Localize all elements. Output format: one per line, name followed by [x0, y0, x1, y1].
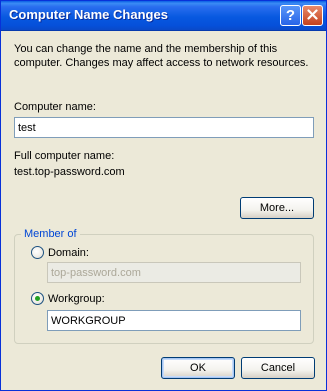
domain-radio[interactable]: [31, 246, 44, 259]
computer-name-input[interactable]: test: [14, 117, 314, 138]
workgroup-radio[interactable]: [31, 292, 44, 305]
workgroup-label[interactable]: Workgroup:: [48, 292, 105, 306]
cancel-button[interactable]: Cancel: [241, 357, 315, 379]
dialog-title: Computer Name Changes: [9, 7, 168, 22]
close-button[interactable]: [302, 5, 323, 26]
member-of-legend: Member of: [21, 227, 80, 241]
computer-name-label: Computer name:: [14, 101, 96, 113]
full-computer-name-label: Full computer name:: [14, 150, 115, 162]
close-icon: [307, 9, 318, 20]
help-icon: ?: [285, 7, 296, 24]
workgroup-input[interactable]: WORKGROUP: [47, 310, 301, 331]
domain-label[interactable]: Domain:: [48, 246, 89, 260]
help-button[interactable]: ?: [280, 5, 301, 26]
domain-input: top-password.com: [47, 262, 301, 283]
title-bar[interactable]: Computer Name Changes ?: [1, 1, 326, 31]
computer-name-changes-dialog: Computer Name Changes ? You can change t…: [0, 0, 327, 391]
ok-button[interactable]: OK: [161, 357, 235, 379]
more-button[interactable]: More...: [240, 197, 314, 219]
full-computer-name-value: test.top-password.com: [14, 166, 125, 178]
description-text: You can change the name and the membersh…: [14, 43, 309, 69]
radio-selected-dot: [35, 296, 40, 301]
